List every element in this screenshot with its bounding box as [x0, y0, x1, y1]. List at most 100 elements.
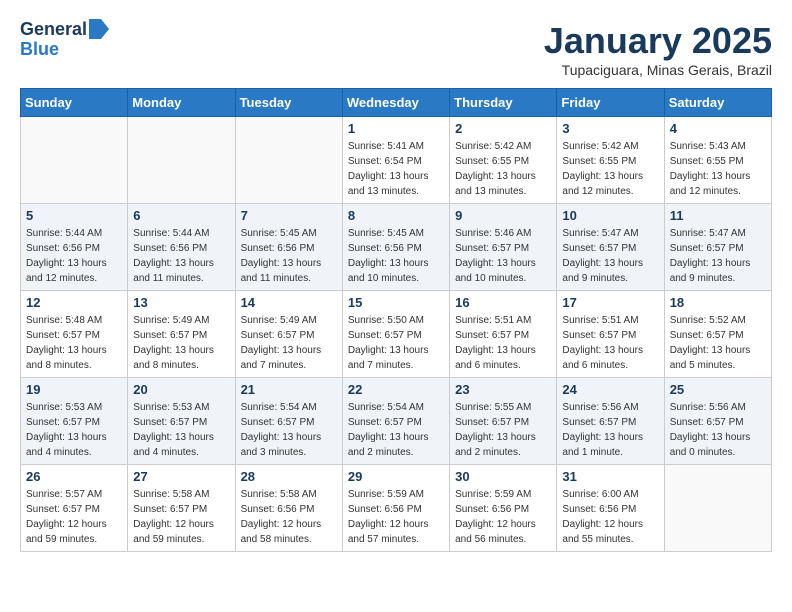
day-info: Sunrise: 5:59 AM Sunset: 6:56 PM Dayligh…: [348, 487, 444, 547]
day-info: Sunrise: 5:52 AM Sunset: 6:57 PM Dayligh…: [670, 313, 766, 373]
calendar-day-cell: 6Sunrise: 5:44 AM Sunset: 6:56 PM Daylig…: [128, 204, 235, 291]
day-info: Sunrise: 5:49 AM Sunset: 6:57 PM Dayligh…: [241, 313, 337, 373]
calendar-day-cell: 2 Sunrise: 5:42 AM Sunset: 6:55 PM Daylig…: [450, 117, 557, 204]
weekday-header-row: SundayMondayTuesdayWednesdayThursdayFrid…: [21, 89, 772, 117]
day-number: 30: [455, 469, 551, 484]
day-number: 19: [26, 382, 122, 397]
calendar-day-cell: 14 Sunrise: 5:49 AM Sunset: 6:57 PM Dayli…: [235, 291, 342, 378]
calendar-week-row: 26 Sunrise: 5:57 AM Sunset: 6:57 PM Dayli…: [21, 465, 772, 552]
calendar-day-cell: 31 Sunrise: 6:00 AM Sunset: 6:56 PM Dayli…: [557, 465, 664, 552]
day-number: 27: [133, 469, 229, 484]
day-info: Sunrise: 5:55 AM Sunset: 6:57 PM Dayligh…: [455, 400, 551, 460]
day-info: Sunrise: 5:57 AM Sunset: 6:57 PM Dayligh…: [26, 487, 122, 547]
calendar-day-cell: 8 Sunrise: 5:45 AM Sunset: 6:56 PM Daylig…: [342, 204, 449, 291]
day-number: 22: [348, 382, 444, 397]
day-number: 11: [670, 208, 766, 223]
calendar-week-row: 1Sunrise: 5:41 AM Sunset: 6:54 PM Daylig…: [21, 117, 772, 204]
calendar-day-cell: 23Sunrise: 5:55 AM Sunset: 6:57 PM Dayli…: [450, 378, 557, 465]
day-info: Sunrise: 5:53 AM Sunset: 6:57 PM Dayligh…: [26, 400, 122, 460]
calendar-day-cell: 19 Sunrise: 5:53 AM Sunset: 6:57 PM Dayli…: [21, 378, 128, 465]
calendar-day-cell: 24Sunrise: 5:56 AM Sunset: 6:57 PM Dayli…: [557, 378, 664, 465]
title-block: January 2025 Tupaciguara, Minas Gerais, …: [544, 20, 772, 78]
day-number: 9: [455, 208, 551, 223]
day-number: 5: [26, 208, 122, 223]
calendar-day-cell: 21Sunrise: 5:54 AM Sunset: 6:57 PM Dayli…: [235, 378, 342, 465]
weekday-header-thursday: Thursday: [450, 89, 557, 117]
weekday-header-saturday: Saturday: [664, 89, 771, 117]
calendar-day-cell: 3 Sunrise: 5:42 AM Sunset: 6:55 PM Daylig…: [557, 117, 664, 204]
calendar-day-cell: 27 Sunrise: 5:58 AM Sunset: 6:57 PM Dayli…: [128, 465, 235, 552]
day-info: Sunrise: 5:50 AM Sunset: 6:57 PM Dayligh…: [348, 313, 444, 373]
calendar-day-cell: 25 Sunrise: 5:56 AM Sunset: 6:57 PM Dayli…: [664, 378, 771, 465]
day-info: Sunrise: 6:00 AM Sunset: 6:56 PM Dayligh…: [562, 487, 658, 547]
calendar-day-cell: 4 Sunrise: 5:43 AM Sunset: 6:55 PM Daylig…: [664, 117, 771, 204]
day-info: Sunrise: 5:43 AM Sunset: 6:55 PM Dayligh…: [670, 139, 766, 199]
day-info: Sunrise: 5:53 AM Sunset: 6:57 PM Dayligh…: [133, 400, 229, 460]
calendar-week-row: 5 Sunrise: 5:44 AM Sunset: 6:56 PM Daylig…: [21, 204, 772, 291]
calendar-week-row: 19 Sunrise: 5:53 AM Sunset: 6:57 PM Dayli…: [21, 378, 772, 465]
day-info: Sunrise: 5:51 AM Sunset: 6:57 PM Dayligh…: [562, 313, 658, 373]
day-info: Sunrise: 5:47 AM Sunset: 6:57 PM Dayligh…: [562, 226, 658, 286]
day-number: 2: [455, 121, 551, 136]
day-info: Sunrise: 5:44 AM Sunset: 6:56 PM Dayligh…: [133, 226, 229, 286]
calendar-day-cell: 1Sunrise: 5:41 AM Sunset: 6:54 PM Daylig…: [342, 117, 449, 204]
month-title: January 2025: [544, 20, 772, 62]
day-info: Sunrise: 5:56 AM Sunset: 6:57 PM Dayligh…: [670, 400, 766, 460]
logo-text-general: General: [20, 20, 87, 40]
calendar-day-cell: 18 Sunrise: 5:52 AM Sunset: 6:57 PM Dayli…: [664, 291, 771, 378]
day-number: 25: [670, 382, 766, 397]
day-info: Sunrise: 5:49 AM Sunset: 6:57 PM Dayligh…: [133, 313, 229, 373]
day-info: Sunrise: 5:56 AM Sunset: 6:57 PM Dayligh…: [562, 400, 658, 460]
day-number: 14: [241, 295, 337, 310]
calendar-day-cell: 10 Sunrise: 5:47 AM Sunset: 6:57 PM Dayli…: [557, 204, 664, 291]
weekday-header-friday: Friday: [557, 89, 664, 117]
day-info: Sunrise: 5:42 AM Sunset: 6:55 PM Dayligh…: [562, 139, 658, 199]
day-number: 12: [26, 295, 122, 310]
weekday-header-tuesday: Tuesday: [235, 89, 342, 117]
day-info: Sunrise: 5:46 AM Sunset: 6:57 PM Dayligh…: [455, 226, 551, 286]
day-number: 17: [562, 295, 658, 310]
calendar-day-cell: [664, 465, 771, 552]
day-number: 20: [133, 382, 229, 397]
calendar-day-cell: 9 Sunrise: 5:46 AM Sunset: 6:57 PM Daylig…: [450, 204, 557, 291]
calendar-day-cell: 16Sunrise: 5:51 AM Sunset: 6:57 PM Dayli…: [450, 291, 557, 378]
day-info: Sunrise: 5:59 AM Sunset: 6:56 PM Dayligh…: [455, 487, 551, 547]
calendar-day-cell: 5 Sunrise: 5:44 AM Sunset: 6:56 PM Daylig…: [21, 204, 128, 291]
logo-icon: [89, 19, 109, 39]
day-info: Sunrise: 5:45 AM Sunset: 6:56 PM Dayligh…: [241, 226, 337, 286]
day-info: Sunrise: 5:54 AM Sunset: 6:57 PM Dayligh…: [241, 400, 337, 460]
day-number: 28: [241, 469, 337, 484]
day-number: 4: [670, 121, 766, 136]
calendar-day-cell: 13 Sunrise: 5:49 AM Sunset: 6:57 PM Dayli…: [128, 291, 235, 378]
day-number: 8: [348, 208, 444, 223]
day-number: 18: [670, 295, 766, 310]
calendar-day-cell: [21, 117, 128, 204]
day-number: 29: [348, 469, 444, 484]
day-number: 3: [562, 121, 658, 136]
day-info: Sunrise: 5:48 AM Sunset: 6:57 PM Dayligh…: [26, 313, 122, 373]
page-header: General Blue January 2025 Tupaciguara, M…: [20, 20, 772, 78]
location-subtitle: Tupaciguara, Minas Gerais, Brazil: [544, 62, 772, 78]
calendar-day-cell: [235, 117, 342, 204]
day-info: Sunrise: 5:44 AM Sunset: 6:56 PM Dayligh…: [26, 226, 122, 286]
calendar-day-cell: 30 Sunrise: 5:59 AM Sunset: 6:56 PM Dayli…: [450, 465, 557, 552]
calendar-day-cell: 29 Sunrise: 5:59 AM Sunset: 6:56 PM Dayli…: [342, 465, 449, 552]
calendar-day-cell: 28 Sunrise: 5:58 AM Sunset: 6:56 PM Dayli…: [235, 465, 342, 552]
day-info: Sunrise: 5:58 AM Sunset: 6:57 PM Dayligh…: [133, 487, 229, 547]
calendar-day-cell: 15 Sunrise: 5:50 AM Sunset: 6:57 PM Dayli…: [342, 291, 449, 378]
day-number: 31: [562, 469, 658, 484]
day-number: 15: [348, 295, 444, 310]
calendar-day-cell: 11Sunrise: 5:47 AM Sunset: 6:57 PM Dayli…: [664, 204, 771, 291]
calendar-day-cell: 20 Sunrise: 5:53 AM Sunset: 6:57 PM Dayli…: [128, 378, 235, 465]
day-number: 16: [455, 295, 551, 310]
calendar-week-row: 12 Sunrise: 5:48 AM Sunset: 6:57 PM Dayli…: [21, 291, 772, 378]
day-info: Sunrise: 5:41 AM Sunset: 6:54 PM Dayligh…: [348, 139, 444, 199]
weekday-header-wednesday: Wednesday: [342, 89, 449, 117]
day-info: Sunrise: 5:45 AM Sunset: 6:56 PM Dayligh…: [348, 226, 444, 286]
calendar-day-cell: 17 Sunrise: 5:51 AM Sunset: 6:57 PM Dayli…: [557, 291, 664, 378]
day-number: 13: [133, 295, 229, 310]
day-info: Sunrise: 5:42 AM Sunset: 6:55 PM Dayligh…: [455, 139, 551, 199]
day-info: Sunrise: 5:58 AM Sunset: 6:56 PM Dayligh…: [241, 487, 337, 547]
day-number: 10: [562, 208, 658, 223]
day-number: 26: [26, 469, 122, 484]
